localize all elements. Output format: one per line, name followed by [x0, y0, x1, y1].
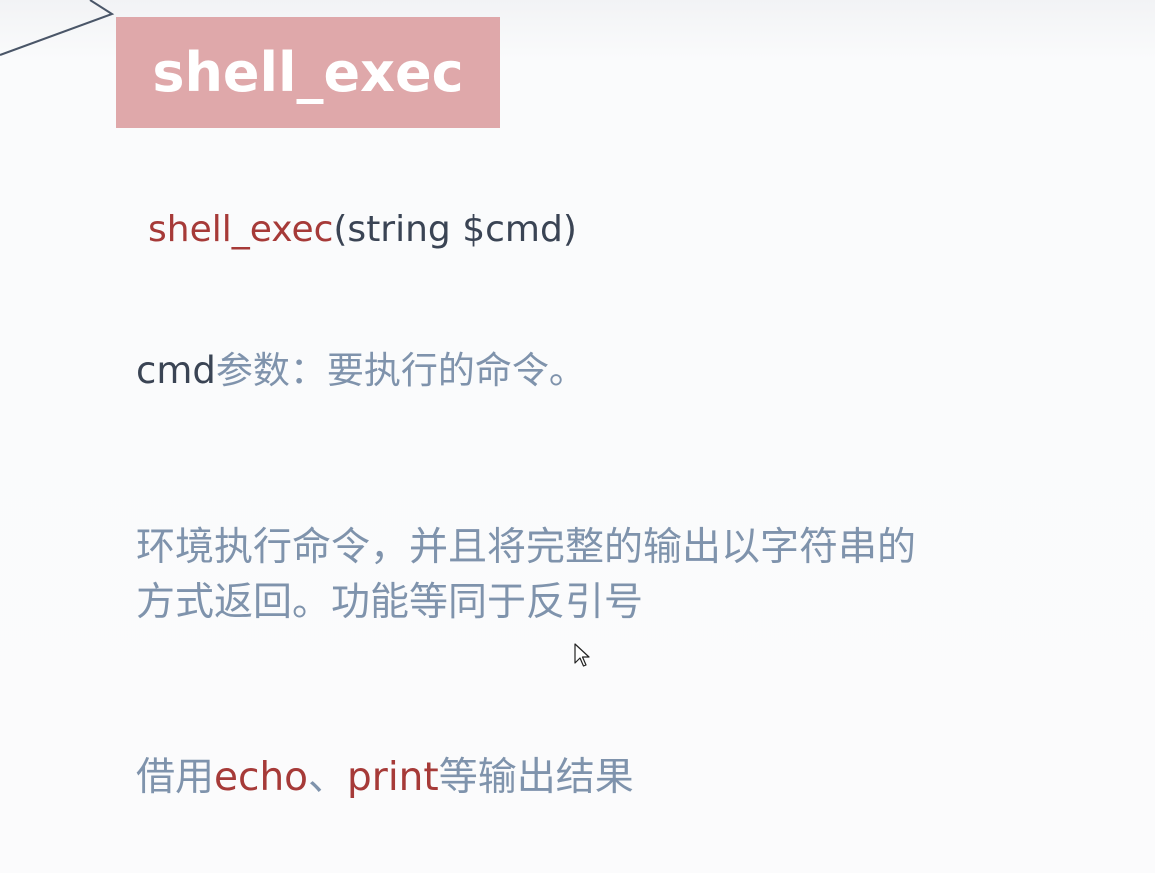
slide-canvas: shell_exec shell_exec(string $cmd) cmd参数…	[0, 0, 1155, 873]
param-name: cmd	[136, 349, 216, 392]
mouse-pointer-icon	[574, 643, 590, 667]
function-signature: shell_exec(string $cmd)	[148, 208, 577, 251]
usage-note: 借用echo、print等输出结果	[136, 755, 634, 802]
usage-prefix: 借用	[136, 755, 215, 800]
corner-outline-shape	[0, 0, 115, 56]
usage-keyword-print: print	[347, 755, 439, 800]
param-text: 参数：要执行的命令。	[215, 349, 586, 392]
param-description: cmd参数：要执行的命令。	[136, 349, 586, 393]
function-name: shell_exec	[148, 209, 334, 250]
usage-separator: 、	[308, 755, 348, 800]
usage-keyword-echo: echo	[214, 755, 309, 800]
description-line-1: 环境执行命令，并且将完整的输出以字符串的	[136, 525, 917, 570]
function-args: (string $cmd)	[333, 209, 577, 250]
usage-suffix: 等输出结果	[438, 755, 634, 800]
slide-title: shell_exec	[152, 41, 464, 104]
description-line-2: 方式返回。功能等同于反引号	[136, 580, 644, 625]
title-banner: shell_exec	[116, 17, 500, 128]
